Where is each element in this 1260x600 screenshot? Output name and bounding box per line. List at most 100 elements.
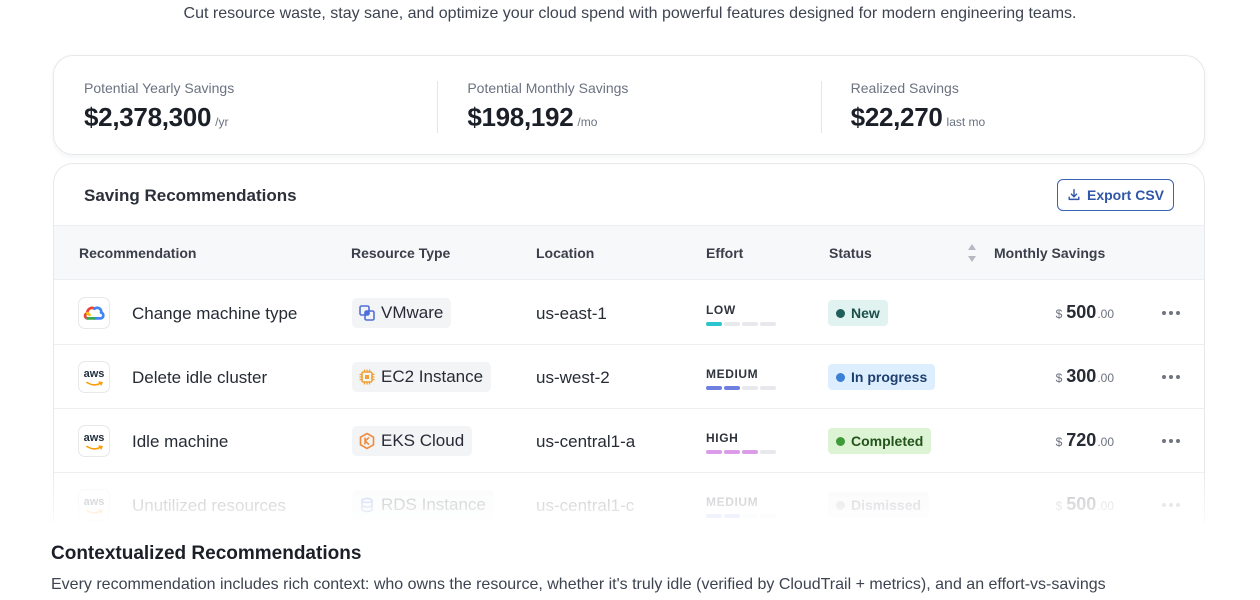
aws-logo-icon: aws: [78, 489, 110, 521]
column-header-location[interactable]: Location: [536, 245, 594, 261]
status-label: Dismissed: [851, 497, 922, 513]
resource-type-badge: EC2 Instance: [352, 362, 492, 392]
recommendation-name: Delete idle cluster: [132, 368, 268, 387]
status-label: New: [851, 305, 880, 321]
effort-bar-segment: [724, 450, 740, 454]
effort-label: LOW: [706, 303, 736, 317]
amount-whole: 500: [1066, 302, 1097, 322]
effort-indicator: LOW: [706, 303, 776, 326]
effort-bar-segment: [760, 514, 776, 518]
column-header-resource-type[interactable]: Resource Type: [351, 245, 450, 261]
aws-logo-icon: aws: [78, 425, 110, 457]
export-csv-button[interactable]: Export CSV: [1057, 179, 1174, 211]
effort-bar-segment: [706, 322, 722, 326]
status-badge: New: [828, 300, 888, 326]
metric-label: Potential Yearly Savings: [84, 80, 235, 96]
status-badge: Completed: [828, 428, 932, 454]
section-title: Contextualized Recommendations: [51, 543, 362, 564]
resource-type-label: EC2 Instance: [381, 367, 484, 386]
effort-bar-segment: [760, 450, 776, 454]
table-row[interactable]: aws Idle machine EKS Cloud us-central1-a HIG…: [54, 409, 1204, 473]
resource-type-badge: EKS Cloud: [352, 426, 473, 456]
section-description: Every recommendation includes rich conte…: [51, 576, 1106, 593]
saving-recommendations-panel: Saving Recommendations Export CSV Recomm…: [53, 163, 1205, 523]
status-dot-icon: [836, 308, 845, 318]
monthly-savings-amount: $500.00: [1056, 494, 1114, 515]
more-options-icon[interactable]: [1158, 495, 1184, 515]
metric-unit: /yr: [215, 115, 229, 129]
status-label: Completed: [851, 433, 924, 449]
vmware-icon: [358, 304, 376, 322]
download-icon: [1068, 189, 1080, 201]
amount-cents: .00: [1097, 307, 1114, 321]
metric-value: $22,270: [850, 102, 943, 132]
ec2-chip-icon: [358, 368, 376, 386]
effort-bar-segment: [724, 322, 740, 326]
monthly-savings-amount: $500.00: [1056, 302, 1114, 323]
column-header-recommendation[interactable]: Recommendation: [79, 245, 196, 261]
column-header-effort[interactable]: Effort: [706, 245, 743, 261]
effort-label: HIGH: [706, 431, 739, 445]
currency-symbol: $: [1055, 371, 1063, 385]
amount-whole: 500: [1066, 494, 1097, 514]
eks-cloud-icon: [358, 432, 376, 450]
amount-whole: 300: [1066, 366, 1097, 386]
savings-summary-card: Potential Yearly Savings $2,378,300 /yr …: [53, 55, 1205, 155]
more-options-icon[interactable]: [1158, 431, 1184, 451]
column-header-monthly-savings[interactable]: Monthly Savings: [994, 245, 1105, 261]
effort-bar-segment: [760, 322, 776, 326]
status-dot-icon: [836, 500, 845, 510]
metric-value: $198,192: [467, 102, 574, 132]
status-badge: Dismissed: [828, 492, 930, 518]
currency-symbol: $: [1055, 435, 1063, 449]
tagline: Cut resource waste, stay sane, and optim…: [183, 5, 1077, 22]
effort-bar-segment: [760, 386, 776, 390]
effort-bar-segment: [706, 450, 722, 454]
effort-bar-segment: [706, 514, 722, 518]
monthly-savings-amount: $720.00: [1056, 430, 1114, 451]
sort-icon[interactable]: [966, 241, 978, 265]
currency-symbol: $: [1055, 307, 1063, 321]
google-cloud-logo-icon: [78, 297, 110, 329]
more-options-icon[interactable]: [1158, 367, 1184, 387]
monthly-savings-amount: $300.00: [1056, 366, 1114, 387]
currency-symbol: $: [1055, 499, 1063, 513]
status-dot-icon: [836, 372, 845, 382]
more-options-icon[interactable]: [1158, 303, 1184, 323]
table-row[interactable]: aws Delete idle cluster EC2 Instance us-wes…: [54, 345, 1204, 409]
metric-label: Potential Monthly Savings: [467, 80, 629, 96]
amount-cents: .00: [1097, 499, 1114, 513]
resource-type-label: RDS Instance: [381, 495, 486, 514]
amount-cents: .00: [1097, 371, 1114, 385]
effort-bar-segment: [742, 322, 758, 326]
status-dot-icon: [836, 436, 845, 446]
amount-whole: 720: [1066, 430, 1097, 450]
metric-unit: /mo: [577, 115, 598, 129]
effort-bar-segment: [724, 514, 740, 518]
effort-bar-segment: [742, 450, 758, 454]
location: us-central1-a: [536, 432, 636, 451]
effort-indicator: HIGH: [706, 431, 776, 454]
location: us-west-2: [536, 368, 610, 387]
effort-label: MEDIUM: [706, 495, 759, 509]
table-header: Recommendation Resource Type Location Ef…: [54, 225, 1204, 280]
effort-label: MEDIUM: [706, 367, 759, 381]
resource-type-badge: RDS Instance: [352, 490, 494, 520]
metric-yearly-savings: Potential Yearly Savings $2,378,300 /yr: [54, 56, 437, 154]
table-row[interactable]: aws Unutilized resources RDS Instance us-ce…: [54, 473, 1204, 523]
table-row[interactable]: Change machine type VMware us-east-1 LOW New…: [54, 281, 1204, 345]
metric-unit: last mo: [946, 115, 986, 129]
panel-title: Saving Recommendations: [84, 186, 297, 205]
metric-value: $2,378,300: [84, 102, 212, 132]
recommendation-name: Change machine type: [132, 304, 298, 323]
status-badge: In progress: [828, 364, 936, 390]
resource-type-label: EKS Cloud: [381, 431, 465, 450]
resource-type-label: VMware: [381, 303, 444, 322]
recommendation-name: Idle machine: [132, 432, 229, 451]
rds-database-icon: [358, 496, 376, 514]
location: us-central1-c: [536, 496, 635, 515]
recommendation-name: Unutilized resources: [132, 496, 287, 515]
effort-bar-segment: [706, 386, 722, 390]
column-header-status[interactable]: Status: [829, 245, 872, 261]
metric-monthly-savings: Potential Monthly Savings $198,192 /mo: [437, 56, 820, 154]
